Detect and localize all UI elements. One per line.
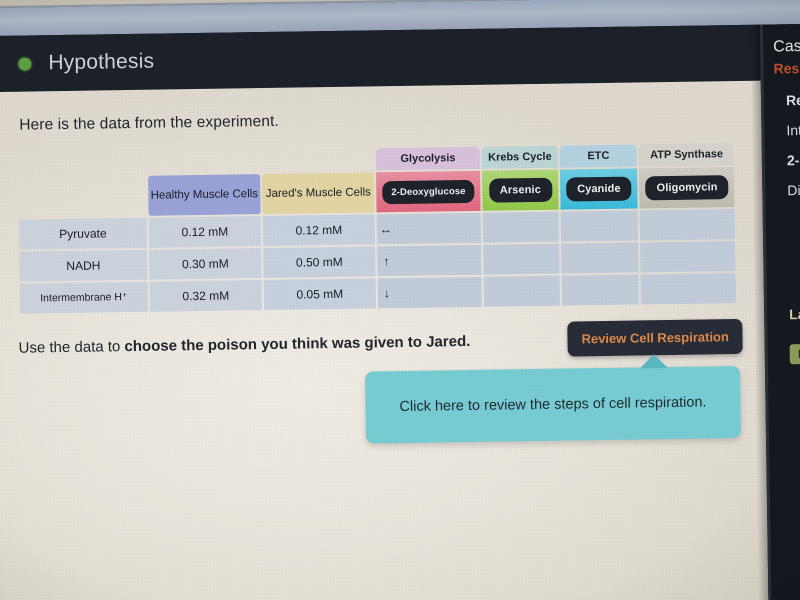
- pathway-header-atp-synthase: ATP Synthase: [638, 143, 735, 167]
- tooltip-pointer-icon: [639, 354, 668, 369]
- sidebar-item-review[interactable]: Review: [786, 90, 800, 109]
- empty-cell-atp[interactable]: [639, 209, 736, 241]
- spacer-cell: [148, 150, 260, 174]
- prompt-text: Use the data to choose the poison you th…: [18, 333, 470, 357]
- prompt-prefix: Use the data to: [18, 338, 125, 357]
- value-healthy-nadh: 0.30 mM: [149, 248, 262, 280]
- sidebar-next-chip[interactable]: Next: [789, 343, 800, 365]
- value-healthy-intermembrane-h: 0.32 mM: [149, 280, 263, 312]
- value-text: 0.05 mM: [296, 286, 344, 302]
- poison-button-2-deoxyglucose[interactable]: 2-Deoxyglucose: [382, 179, 475, 204]
- poison-cell-glycolysis: 2-Deoxyglucose: [376, 170, 481, 213]
- poison-button-arsenic[interactable]: Arsenic: [488, 177, 553, 203]
- screenshot-photo: Hypothesis Here is the data from the exp…: [0, 0, 800, 600]
- sidebar-title: Case: [773, 37, 800, 56]
- pathway-header-etc: ETC: [559, 144, 638, 168]
- value-jared-pyruvate: 0.12 mM ↔: [262, 214, 392, 247]
- value-text: 0.50 mM: [295, 254, 343, 270]
- page-title: Hypothesis: [48, 49, 155, 75]
- trend-arrow-icon-intermembrane-h: ↓: [383, 286, 390, 301]
- empty-cell-atp[interactable]: [640, 241, 736, 273]
- empty-cell-krebs[interactable]: [483, 275, 560, 307]
- row-label-nadh: NADH: [19, 249, 148, 282]
- poison-cell-krebs-cycle: Arsenic: [482, 169, 559, 211]
- column-header-healthy-muscle-cells: Healthy Muscle Cells: [148, 174, 261, 216]
- value-text: 0.12 mM: [295, 222, 343, 238]
- empty-cell-krebs[interactable]: [483, 243, 560, 275]
- row-label-intermembrane-h: Intermembrane H⁺: [19, 281, 149, 314]
- experiment-table-wrapper: Glycolysis Krebs Cycle ETC ATP Synthase …: [16, 141, 739, 316]
- spacer-cell: [18, 176, 147, 218]
- poison-button-cyanide[interactable]: Cyanide: [565, 176, 632, 202]
- empty-cell-etc[interactable]: [560, 242, 639, 274]
- value-jared-intermembrane-h: 0.05 mM ↓: [263, 278, 390, 311]
- spacer-cell: [262, 148, 374, 172]
- status-dot-icon: [18, 56, 32, 71]
- prompt-emphasis: choose the poison you think was given to…: [124, 332, 471, 356]
- poison-button-oligomycin[interactable]: Oligomycin: [645, 175, 729, 201]
- spacer-cell: [18, 152, 146, 176]
- column-header-jareds-muscle-cells: Jared's Muscle Cells: [262, 172, 375, 215]
- pathway-header-krebs-cycle: Krebs Cycle: [481, 145, 558, 169]
- trend-arrow-icon-pyruvate: ↔: [379, 222, 392, 237]
- tooltip-review-steps[interactable]: Click here to review the steps of cell r…: [364, 354, 741, 444]
- value-jared-nadh: 0.50 mM ↑: [263, 246, 389, 279]
- poison-cell-etc: Cyanide: [559, 168, 638, 210]
- review-cell-respiration-button[interactable]: Review Cell Respiration: [567, 318, 744, 357]
- value-healthy-pyruvate: 0.12 mM: [148, 216, 262, 248]
- sidebar-item-lab[interactable]: Lab: [789, 304, 800, 322]
- sidebar-item-display[interactable]: Display: [787, 180, 800, 199]
- main-content: Here is the data from the experiment. Gl…: [0, 79, 800, 600]
- empty-cell-etc[interactable]: [561, 274, 640, 306]
- sidebar-item-2-deoxy[interactable]: 2-Deoxy: [787, 150, 800, 168]
- pathway-header-glycolysis: Glycolysis: [375, 146, 481, 171]
- row-label-pyruvate: Pyruvate: [18, 217, 148, 250]
- empty-cell-krebs[interactable]: [482, 211, 559, 243]
- empty-cell-etc[interactable]: [560, 210, 639, 242]
- experiment-table: Glycolysis Krebs Cycle ETC ATP Synthase …: [16, 141, 739, 316]
- trend-arrow-icon-nadh: ↑: [383, 254, 390, 269]
- empty-cell-atp[interactable]: [640, 273, 737, 305]
- sidebar-subtitle: Results: [773, 59, 800, 77]
- poison-cell-atp-synthase: Oligomycin: [639, 167, 735, 209]
- sidebar-item-intro[interactable]: Intro: [786, 120, 800, 138]
- intro-text: Here is the data from the experiment.: [19, 112, 279, 134]
- tooltip-text: Click here to review the steps of cell r…: [399, 394, 707, 416]
